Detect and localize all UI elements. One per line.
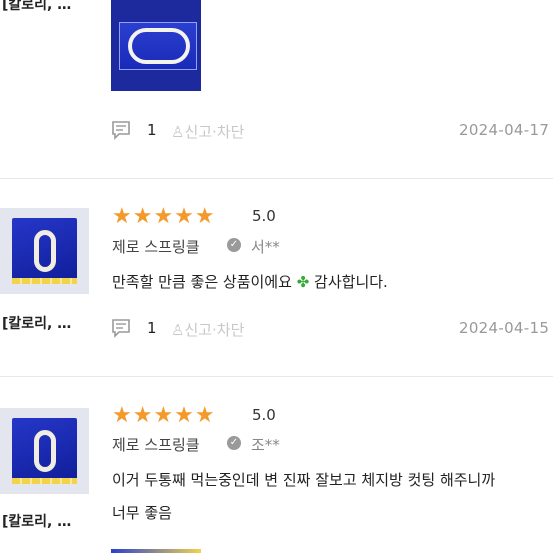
review-text-line2: 너무 좋음 <box>112 504 172 522</box>
product-thumbnail[interactable] <box>0 208 89 294</box>
comment-icon[interactable] <box>111 120 133 140</box>
product-box <box>12 218 77 284</box>
report-block-button[interactable]: ♙신고·차단 <box>171 121 244 142</box>
next-review-photo[interactable] <box>111 549 201 553</box>
product-band <box>12 478 77 484</box>
product-thumbnail[interactable] <box>0 408 89 494</box>
product-box <box>12 418 77 484</box>
comment-icon[interactable] <box>111 318 133 338</box>
report-block-button[interactable]: ♙신고·차단 <box>171 319 244 340</box>
zero-logo <box>33 430 56 472</box>
clover-icon: ✤ <box>296 273 310 291</box>
report-label: 신고·차단 <box>184 321 245 339</box>
review-product-name: 제로 스프링클 <box>112 436 200 454</box>
verified-check-icon: ✓ <box>227 238 241 252</box>
rating-value: 5.0 <box>252 406 276 424</box>
rating-value: 5.0 <box>252 207 276 225</box>
review-product-name: 제로 스프링클 <box>112 238 200 256</box>
report-label: 신고·차단 <box>184 123 245 141</box>
bell-icon: ♙ <box>171 321 185 339</box>
photo-zero-logo <box>128 28 190 64</box>
product-label[interactable]: [칼로리, … <box>2 313 71 333</box>
reviewer-name: 서** <box>251 238 280 256</box>
review-text: 이거 두통째 먹는중인데 변 진짜 잘보고 체지방 컷팅 해주니까 너무 좋음 <box>112 464 552 530</box>
star-rating: ★★★★★ <box>112 204 216 229</box>
photo-product-box <box>119 22 197 70</box>
comment-count: 1 <box>147 319 157 337</box>
review-photo[interactable] <box>111 0 201 91</box>
review-text: 만족할 만큼 좋은 상품이에요 ✤ 감사합니다. <box>112 266 552 299</box>
review-text-tail: 감사합니다. <box>314 273 388 291</box>
review-text-main: 만족할 만큼 좋은 상품이에요 <box>112 273 292 291</box>
bell-icon: ♙ <box>171 123 185 141</box>
review-divider <box>0 178 553 179</box>
verified-check-icon: ✓ <box>227 436 241 450</box>
product-label[interactable]: [칼로리, … <box>2 0 71 14</box>
review-date: 2024-04-15 <box>459 319 550 337</box>
review-text-line1: 이거 두통째 먹는중인데 변 진짜 잘보고 체지방 컷팅 해주니까 <box>112 471 496 489</box>
product-label[interactable]: [칼로리, … <box>2 511 71 531</box>
reviewer-name: 조** <box>251 436 280 454</box>
review-date: 2024-04-17 <box>459 121 550 139</box>
review-divider <box>0 376 553 377</box>
star-rating: ★★★★★ <box>112 403 216 428</box>
product-band <box>12 278 77 284</box>
zero-logo <box>33 230 56 272</box>
comment-count: 1 <box>147 121 157 139</box>
